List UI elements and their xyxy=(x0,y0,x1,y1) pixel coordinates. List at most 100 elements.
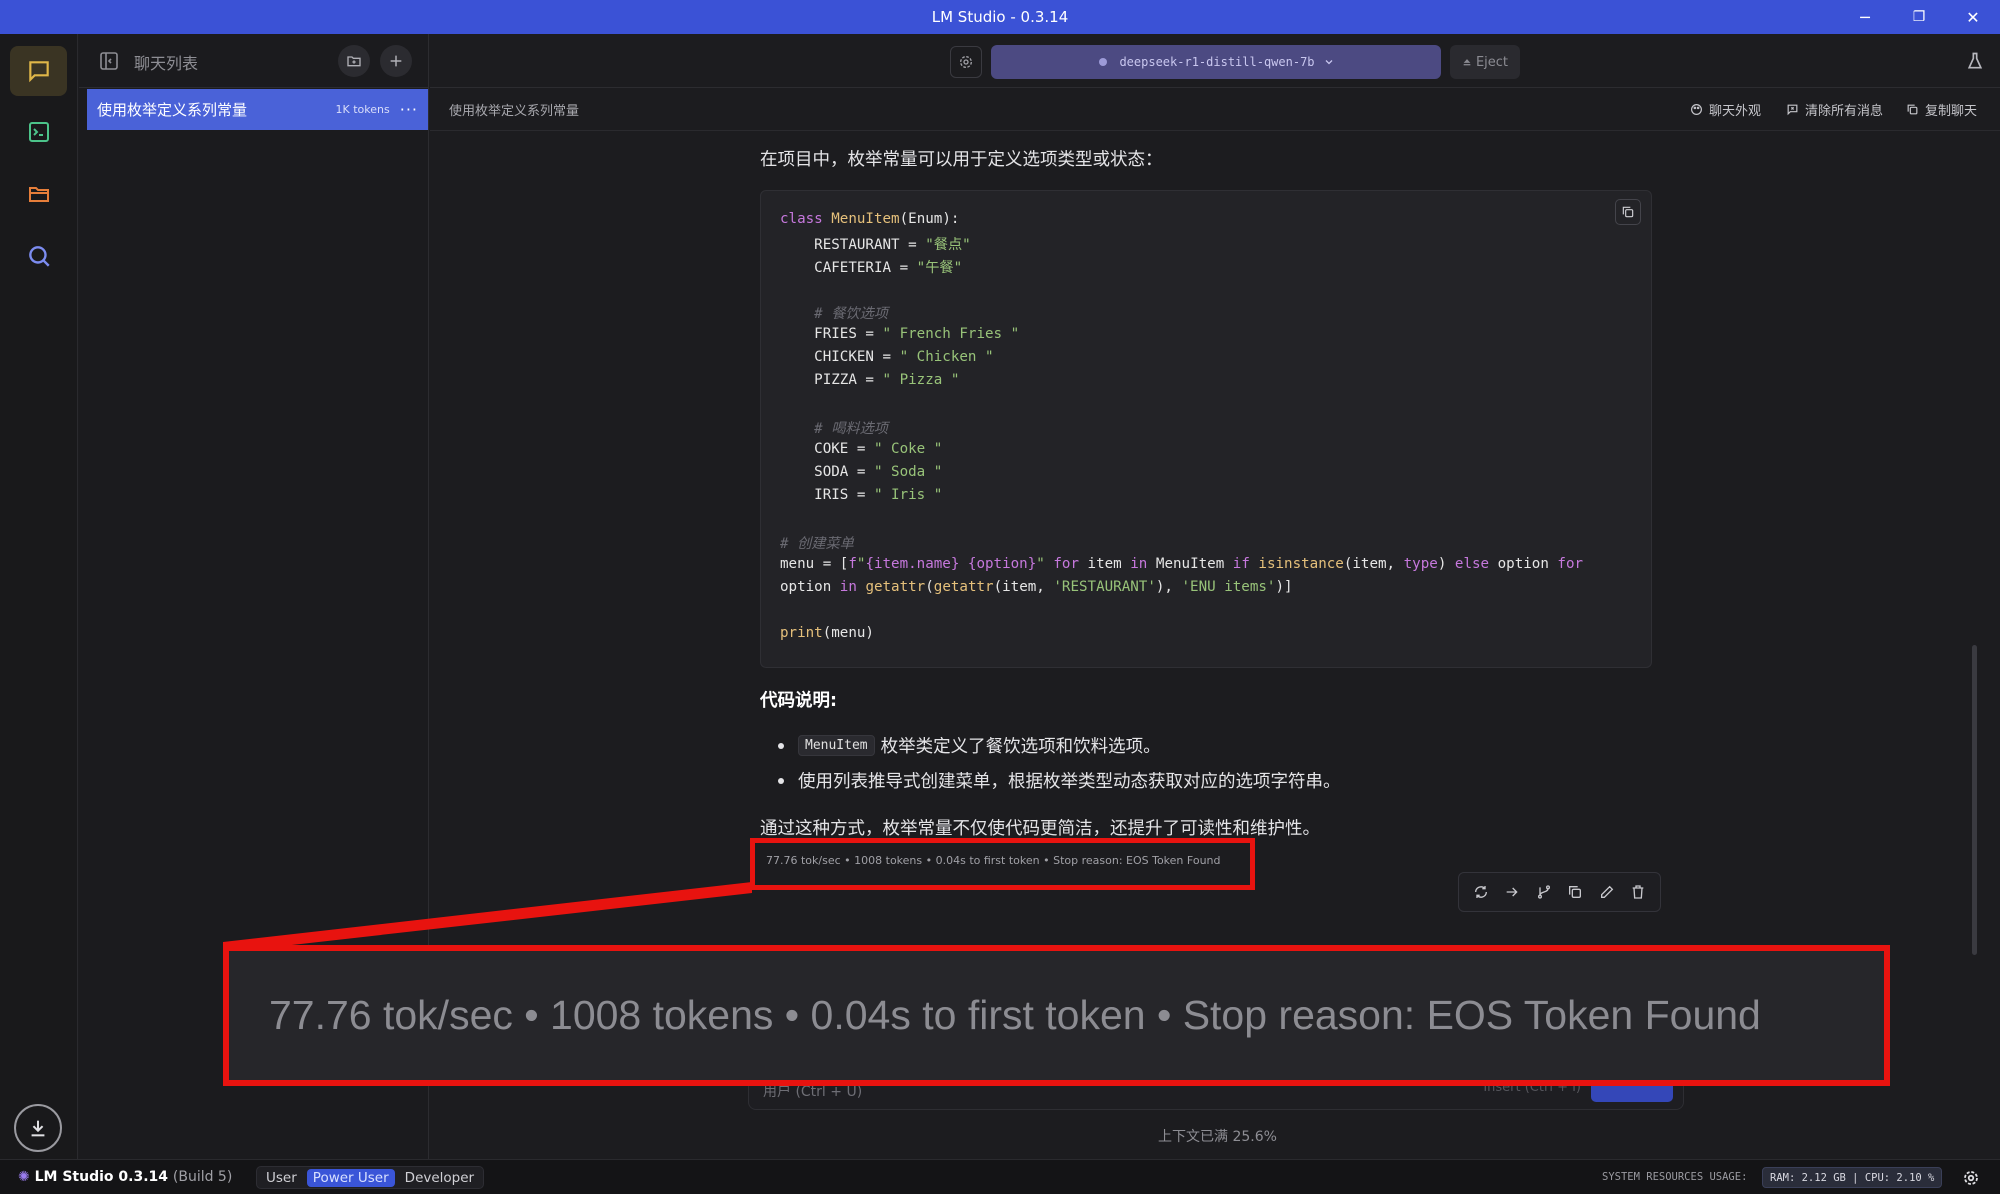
copy-code-button[interactable] xyxy=(1615,199,1641,225)
experiments-button[interactable] xyxy=(1960,46,1990,76)
code-block: class MenuItem(Enum): RESTAURANT = "餐点" … xyxy=(760,190,1652,668)
palette-icon xyxy=(1691,104,1702,115)
code-line: CAFETERIA = "午餐" xyxy=(780,260,963,276)
message-actions xyxy=(1458,872,1661,912)
code-line: SODA = " Soda " xyxy=(780,464,943,480)
copy-icon xyxy=(1569,886,1582,898)
clear-messages-button[interactable]: 清除所有消息 xyxy=(1786,100,1883,119)
copy-message-button[interactable] xyxy=(1564,881,1586,903)
resources-label: SYSTEM RESOURCES USAGE: xyxy=(1602,1171,1748,1183)
window-title: LM Studio - 0.3.14 xyxy=(931,8,1069,26)
trash-icon xyxy=(1632,885,1644,899)
chat-item-name: 使用枚举定义系列常量 xyxy=(97,101,248,119)
chat-item-tokens: 1K tokens xyxy=(335,103,390,116)
copy-chat-label: 复制聊天 xyxy=(1925,104,1978,119)
new-chat-button[interactable] xyxy=(380,45,412,77)
code-line: class MenuItem(Enum): xyxy=(780,211,960,227)
top-bar: deepseek-r1-distill-qwen-7b Eject xyxy=(430,34,2000,88)
code-line: print(menu) xyxy=(780,625,874,641)
explain-heading: 代码说明: xyxy=(760,691,837,711)
message-conclusion: 通过这种方式，枚举常量不仅使代码更简洁，还提升了可读性和维护性。 xyxy=(760,819,1320,839)
gear-icon xyxy=(960,56,972,68)
zoomed-stats-text: 77.76 tok/sec • 1008 tokens • 0.04s to f… xyxy=(269,992,1761,1038)
regenerate-button[interactable] xyxy=(1470,881,1492,903)
context-usage: 上下文已满 25.6% xyxy=(1158,1129,1277,1145)
chat-nav-button[interactable] xyxy=(10,46,67,96)
arrow-right-icon xyxy=(1506,887,1518,897)
eject-icon xyxy=(1463,59,1471,66)
title-bar: LM Studio - 0.3.14 ─ ❐ ✕ xyxy=(0,0,2000,34)
lmstudio-logo-icon: ✺ xyxy=(18,1169,35,1185)
chat-icon xyxy=(28,61,49,83)
bullet-item: MenuItem 枚举类定义了餐饮选项和饮料选项。 xyxy=(778,733,1161,758)
stats-zoom-callout: 77.76 tok/sec • 1008 tokens • 0.04s to f… xyxy=(223,945,1890,1086)
mode-user[interactable]: User xyxy=(260,1169,303,1187)
gear-icon[interactable] xyxy=(1962,1169,1980,1187)
chat-list-item[interactable]: 使用枚举定义系列常量 1K tokens ··· xyxy=(87,89,428,130)
continue-button[interactable] xyxy=(1501,881,1523,903)
search-icon xyxy=(28,246,50,267)
flask-icon xyxy=(1967,52,1983,69)
bullet-text: 使用列表推导式创建菜单，根据枚举类型动态获取对应的选项字符串。 xyxy=(798,772,1341,792)
stats-highlight-box xyxy=(750,838,1255,890)
resources-usage[interactable]: RAM: 2.12 GB | CPU: 2.10 % xyxy=(1762,1167,1943,1188)
code-line: RESTAURANT = "餐点" xyxy=(780,237,971,253)
sidebar-title: 聊天列表 xyxy=(134,54,199,73)
clear-icon xyxy=(1787,104,1798,116)
chat-appearance-label: 聊天外观 xyxy=(1709,104,1762,119)
chat-scrollbar[interactable] xyxy=(1972,645,1977,955)
message-intro: 在项目中，枚举常量可以用于定义选项类型或状态： xyxy=(760,150,1163,170)
inline-code: MenuItem xyxy=(798,735,875,756)
code-comment: # 创建菜单 xyxy=(780,536,854,552)
mode-developer[interactable]: Developer xyxy=(399,1169,480,1187)
download-icon xyxy=(31,1120,45,1137)
code-line: COKE = " Coke " xyxy=(780,441,943,457)
bullet-text: 枚举类定义了餐饮选项和饮料选项。 xyxy=(880,737,1161,757)
models-nav-button[interactable] xyxy=(10,169,67,219)
more-options-icon[interactable]: ··· xyxy=(400,100,418,119)
copy-icon xyxy=(1622,206,1634,218)
bullet-dot xyxy=(778,742,784,749)
chat-header: 使用枚举定义系列常量 聊天外观 清除所有消息 复制聊天 xyxy=(430,89,2000,131)
sidebar-header: 聊天列表 xyxy=(79,34,429,88)
refresh-icon xyxy=(1474,886,1487,898)
search-nav-button[interactable] xyxy=(10,231,67,281)
folder-icon xyxy=(28,187,49,202)
copy-icon xyxy=(1907,104,1918,115)
settings-button[interactable] xyxy=(950,46,982,78)
new-folder-button[interactable] xyxy=(338,45,370,77)
terminal-icon xyxy=(28,122,49,142)
code-line: FRIES = " French Fries " xyxy=(780,326,1020,342)
bullet-item: 使用列表推导式创建菜单，根据枚举类型动态获取对应的选项字符串。 xyxy=(778,768,1341,793)
sidebar-toggle-icon[interactable] xyxy=(99,51,119,71)
code-line: PIZZA = " Pizza " xyxy=(780,372,960,388)
branch-button[interactable] xyxy=(1533,881,1555,903)
chevron-down-icon xyxy=(1325,60,1332,65)
model-icon xyxy=(1099,58,1108,66)
chat-title: 使用枚举定义系列常量 xyxy=(449,104,580,119)
minimize-button[interactable]: ─ xyxy=(1838,0,1892,34)
model-selector[interactable]: deepseek-r1-distill-qwen-7b xyxy=(991,45,1441,79)
mode-switcher: User Power User Developer xyxy=(256,1166,485,1189)
code-comment: # 餐饮选项 xyxy=(780,306,888,322)
icon-rail xyxy=(0,34,78,1159)
downloads-button[interactable] xyxy=(14,1104,62,1152)
developer-nav-button[interactable] xyxy=(10,107,67,157)
mode-power-user[interactable]: Power User xyxy=(306,1168,395,1187)
code-line: option in getattr(getattr(item, 'RESTAUR… xyxy=(780,579,1293,595)
copy-chat-button[interactable]: 复制聊天 xyxy=(1906,100,1977,119)
branch-icon xyxy=(1537,885,1550,899)
close-button[interactable]: ✕ xyxy=(1946,0,2000,34)
plus-icon xyxy=(390,55,402,67)
new-folder-icon xyxy=(347,56,361,67)
status-bar: ✺ LM Studio 0.3.14 (Build 5) User Power … xyxy=(0,1159,2000,1194)
edit-message-button[interactable] xyxy=(1596,881,1618,903)
eject-label: Eject xyxy=(1475,54,1509,70)
eject-button[interactable]: Eject xyxy=(1450,45,1520,79)
code-line: menu = [f"{item.name} {option}" for item… xyxy=(780,556,1584,572)
chat-appearance-button[interactable]: 聊天外观 xyxy=(1690,100,1761,119)
model-name: deepseek-r1-distill-qwen-7b xyxy=(1119,55,1315,69)
restore-button[interactable]: ❐ xyxy=(1892,0,1946,34)
delete-message-button[interactable] xyxy=(1627,881,1649,903)
code-line: CHICKEN = " Chicken " xyxy=(780,349,994,365)
